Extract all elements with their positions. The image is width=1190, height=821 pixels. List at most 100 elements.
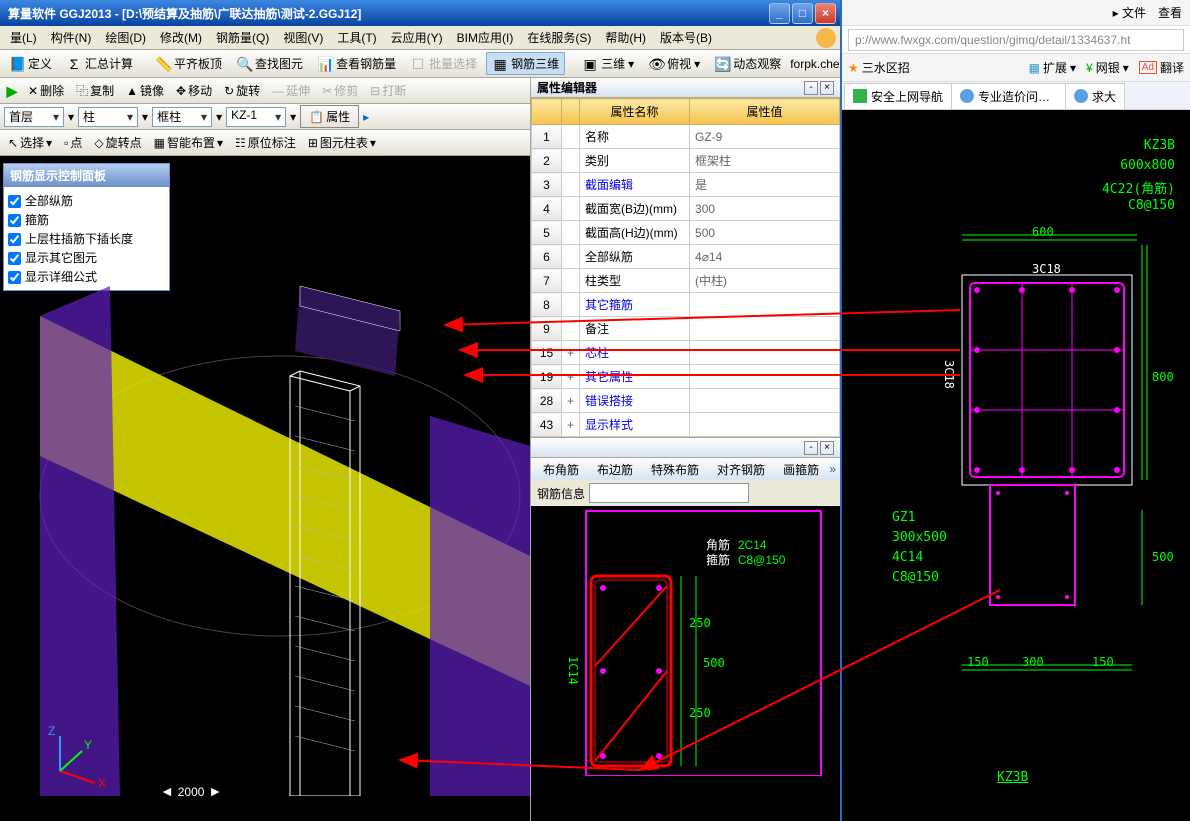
section-canvas[interactable]: 角筋 2C14 箍筋 C8@150 250 250 500 1C14 bbox=[531, 506, 840, 821]
user-email[interactable]: forpk.chen@163.com bbox=[790, 57, 840, 71]
panel-close-icon[interactable]: × bbox=[820, 441, 834, 455]
shrink-icon[interactable]: - bbox=[804, 441, 818, 455]
rebar3d-button[interactable]: ▦钢筋三维 bbox=[486, 52, 565, 75]
3d-viewport[interactable]: 钢筋显示控制面板 全部纵筋 箍筋 上层柱插筋下插长度 显示其它图元 显示详细公式 bbox=[0, 156, 530, 821]
property-row[interactable]: 15+芯柱 bbox=[532, 341, 840, 365]
tab-drawstirrup[interactable]: 画箍筋 bbox=[775, 459, 827, 480]
menu-item[interactable]: 视图(V) bbox=[277, 27, 329, 48]
menu-item[interactable]: 修改(M) bbox=[154, 27, 208, 48]
menu-item[interactable]: 绘图(D) bbox=[99, 27, 152, 48]
titlebar: 算量软件 GGJ2013 - [D:\预结算及抽筋\广联达抽筋\测试-2.GGJ… bbox=[0, 0, 840, 26]
play-icon[interactable]: ▸ bbox=[363, 110, 369, 124]
move-button[interactable]: ✥ 移动 bbox=[172, 81, 216, 100]
menu-item[interactable]: BIM应用(I) bbox=[451, 27, 520, 48]
property-row[interactable]: 43+显示样式 bbox=[532, 413, 840, 437]
component-combo[interactable]: KZ-1 bbox=[226, 107, 286, 127]
mascot-icon[interactable] bbox=[816, 28, 836, 48]
property-row[interactable]: 3截面编辑是 bbox=[532, 173, 840, 197]
undo-icon[interactable]: ▶ bbox=[4, 83, 20, 99]
property-row[interactable]: 9备注 bbox=[532, 317, 840, 341]
menu-item[interactable]: 钢筋量(Q) bbox=[210, 27, 275, 48]
property-row[interactable]: 4截面宽(B边)(mm)300 bbox=[532, 197, 840, 221]
rotpoint-button[interactable]: ◇ 旋转点 bbox=[90, 133, 145, 152]
menu-item[interactable]: 量(L) bbox=[4, 27, 43, 48]
fav-sanshui[interactable]: ★三水区招 bbox=[848, 59, 910, 76]
property-row[interactable]: 1名称GZ-9 bbox=[532, 125, 840, 149]
findview-button[interactable]: 🔍查找图元 bbox=[231, 53, 308, 74]
property-row[interactable]: 5截面高(H边)(mm)500 bbox=[532, 221, 840, 245]
property-table[interactable]: 属性名称属性值 1名称GZ-92类别框架柱3截面编辑是4截面宽(B边)(mm)3… bbox=[531, 98, 840, 437]
select-button[interactable]: ↖ 选择 ▾ bbox=[4, 133, 56, 152]
rotate-button[interactable]: ↻ 旋转 bbox=[220, 81, 264, 100]
browser-tab[interactable]: 安全上网导航 bbox=[844, 83, 952, 109]
elemtable-button[interactable]: ⊞ 图元柱表 ▾ bbox=[304, 133, 380, 152]
menu-item[interactable]: 版本号(B) bbox=[654, 27, 718, 48]
floor-combo[interactable]: 首层 bbox=[4, 107, 64, 127]
select-icon: ☐ bbox=[410, 56, 426, 72]
dynview-button[interactable]: 🔄动态观察 bbox=[709, 53, 786, 74]
url-input[interactable] bbox=[848, 29, 1184, 51]
flat-button[interactable]: 📏平齐板顶 bbox=[150, 53, 227, 74]
type-combo[interactable]: 框柱 bbox=[152, 107, 212, 127]
draw-toolbar: ↖ 选择 ▾ ▫ 点 ◇ 旋转点 ▦ 智能布置 ▾ ☷ 原位标注 ⊞ 图元柱表 … bbox=[0, 130, 530, 156]
property-row[interactable]: 2类别框架柱 bbox=[532, 149, 840, 173]
tab-side[interactable]: 布边筋 bbox=[589, 459, 641, 480]
property-row[interactable]: 7柱类型(中柱) bbox=[532, 269, 840, 293]
copy-button[interactable]: ⿻ 复制 bbox=[72, 81, 118, 100]
ruler-icon: 📏 bbox=[155, 56, 171, 72]
look-button[interactable]: 👁俯视 ▾ bbox=[643, 53, 705, 74]
browser-tab[interactable]: 专业造价问题答疑平台-广联 bbox=[951, 83, 1066, 109]
extend-button[interactable]: — 延伸 bbox=[268, 81, 314, 100]
chart-icon: 📊 bbox=[317, 56, 333, 72]
translate-button[interactable]: Ad翻译 bbox=[1139, 59, 1184, 76]
menu-item[interactable]: 工具(T) bbox=[331, 27, 382, 48]
bank-button[interactable]: ¥网银 ▾ bbox=[1086, 59, 1129, 76]
viewrebar-button[interactable]: 📊查看钢筋量 bbox=[312, 53, 401, 74]
trim-button[interactable]: ✂ 修剪 bbox=[318, 81, 362, 100]
tab-corner[interactable]: 布角筋 bbox=[535, 459, 587, 480]
define-button[interactable]: 📘定义 bbox=[4, 53, 57, 74]
property-editor-header: 属性编辑器 -× bbox=[531, 78, 840, 98]
panel-close-icon[interactable]: × bbox=[820, 81, 834, 95]
menu-item[interactable]: 云应用(Y) bbox=[385, 27, 449, 48]
rebar-info-input[interactable] bbox=[589, 483, 749, 503]
browser-toolbar: ★三水区招 ▦扩展 ▾ ¥网银 ▾ Ad翻译 bbox=[842, 54, 1190, 82]
box-icon: ▣ bbox=[582, 56, 598, 72]
property-row[interactable]: 19+其它属性 bbox=[532, 365, 840, 389]
sum-button[interactable]: Σ汇总计算 bbox=[61, 53, 138, 74]
maximize-button[interactable]: □ bbox=[792, 3, 813, 24]
property-row[interactable]: 28+错误搭接 bbox=[532, 389, 840, 413]
batch-button[interactable]: ☐批量选择 bbox=[405, 53, 482, 74]
browser-tab[interactable]: 求大 bbox=[1065, 83, 1125, 109]
delete-button[interactable]: ✕ 删除 bbox=[24, 81, 68, 100]
shrink-icon[interactable]: - bbox=[804, 81, 818, 95]
property-button[interactable]: 📋 属性 bbox=[300, 105, 359, 128]
point-button[interactable]: ▫ 点 bbox=[60, 133, 86, 152]
3d-button[interactable]: ▣三维 ▾ bbox=[577, 53, 639, 74]
menu-item[interactable]: 帮助(H) bbox=[599, 27, 652, 48]
browser-menu-file[interactable]: ▸ 文件 bbox=[1113, 4, 1146, 21]
break-button[interactable]: ⊟ 打断 bbox=[366, 81, 410, 100]
selector-toolbar: 首层 ▾ 柱 ▾ 框柱 ▾ KZ-1 ▾ 📋 属性 ▸ bbox=[0, 104, 530, 130]
close-button[interactable]: × bbox=[815, 3, 836, 24]
property-row[interactable]: 6全部纵筋4⌀14 bbox=[532, 245, 840, 269]
3d-scene: X Y Z bbox=[0, 156, 530, 796]
browser-menu-view[interactable]: 查看 bbox=[1158, 4, 1182, 21]
ext-button[interactable]: ▦扩展 ▾ bbox=[1029, 59, 1076, 76]
category-combo[interactable]: 柱 bbox=[78, 107, 138, 127]
property-row[interactable]: 8其它箍筋 bbox=[532, 293, 840, 317]
minimize-button[interactable]: _ bbox=[769, 3, 790, 24]
axis-dimension: ◄ 2000 ► bbox=[160, 783, 222, 799]
tab-special[interactable]: 特殊布筋 bbox=[643, 459, 707, 480]
menu-item[interactable]: 构件(N) bbox=[45, 27, 98, 48]
smartplace-button[interactable]: ▦ 智能布置 ▾ bbox=[150, 133, 227, 152]
expand-arrow-icon[interactable]: » bbox=[829, 462, 836, 476]
eye-icon: 👁 bbox=[648, 56, 664, 72]
section-tabs: 布角筋 布边筋 特殊布筋 对齐钢筋 画箍筋 » bbox=[531, 458, 840, 480]
placelabel-button[interactable]: ☷ 原位标注 bbox=[231, 133, 300, 152]
tab-align[interactable]: 对齐钢筋 bbox=[709, 459, 773, 480]
mirror-button[interactable]: ▲ 镜像 bbox=[122, 81, 168, 100]
browser-content[interactable]: KZ3B 600x800 4C22(角筋) C8@150 600 800 3C1… bbox=[842, 110, 1190, 821]
rebar-info-label: 钢筋信息 bbox=[537, 485, 585, 502]
menu-item[interactable]: 在线服务(S) bbox=[521, 27, 597, 48]
